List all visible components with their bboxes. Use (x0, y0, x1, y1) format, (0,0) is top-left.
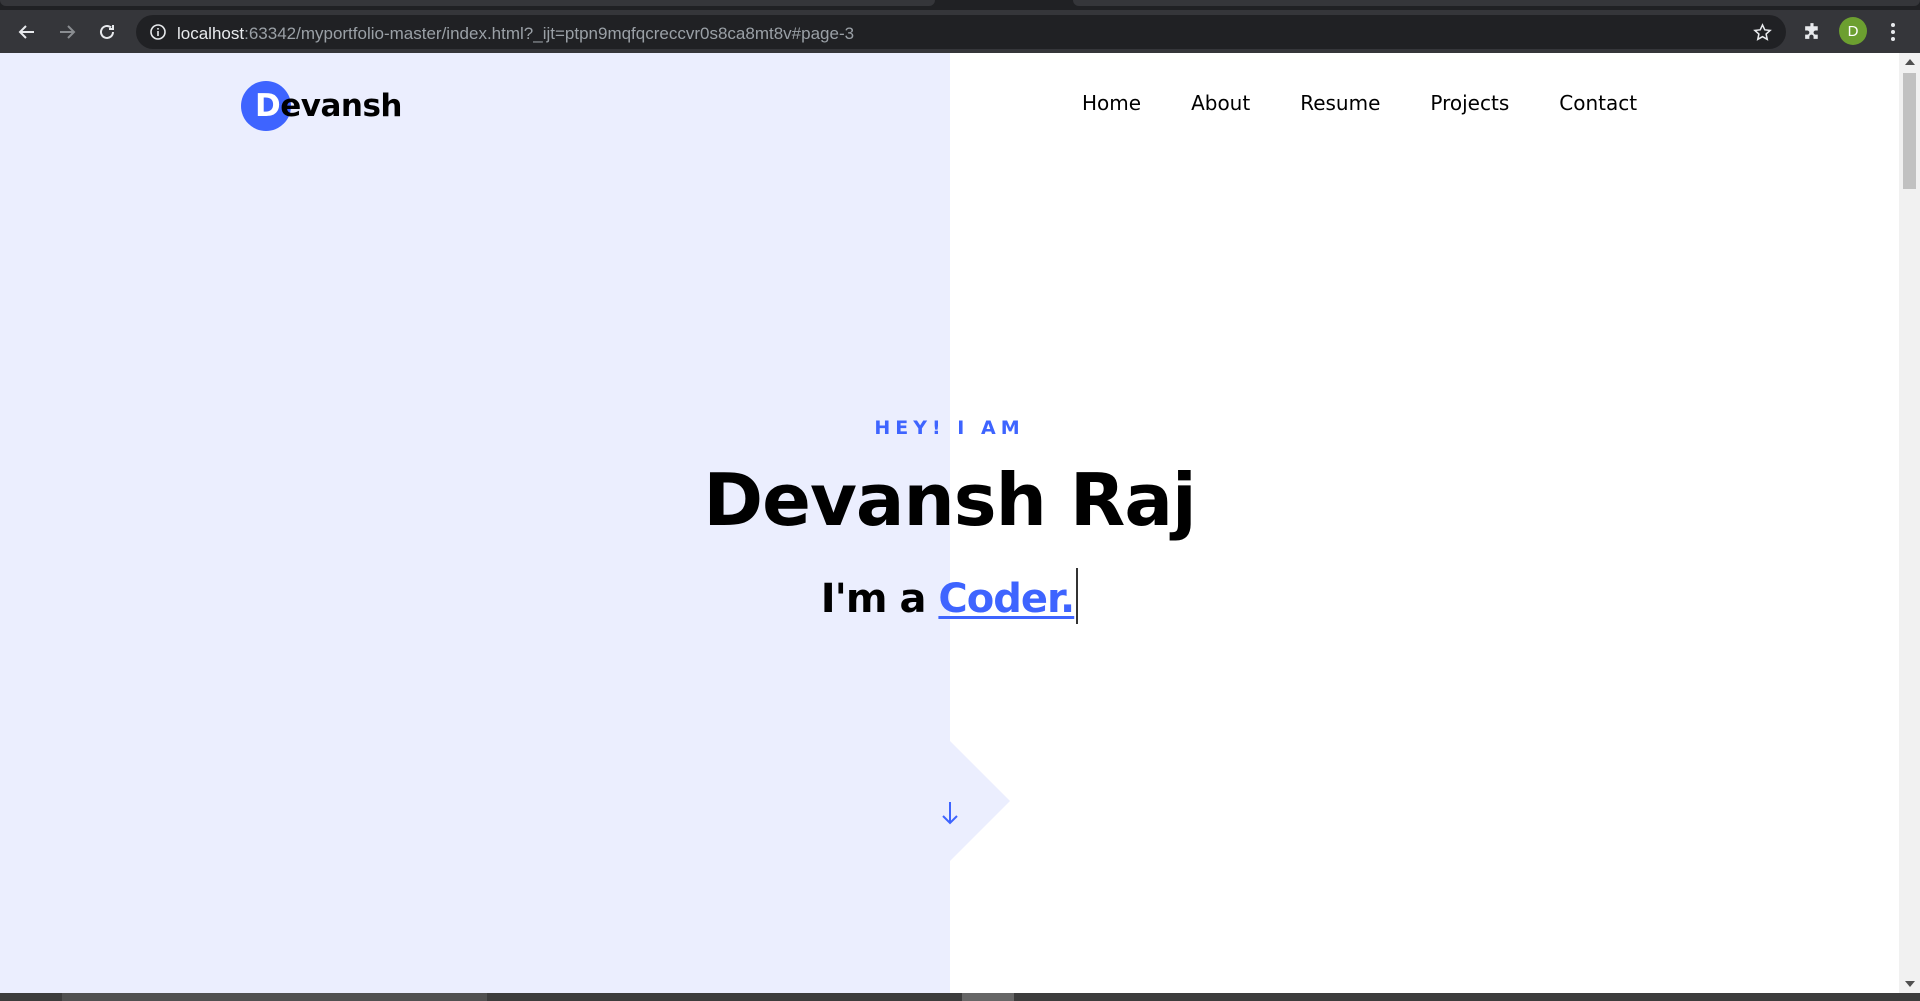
taskbar-segment (62, 993, 487, 1001)
address-bar[interactable]: localhost:63342/myportfolio-master/index… (136, 15, 1786, 49)
url-path: :63342/myportfolio-master/index.html?_ij… (244, 24, 855, 43)
nav-resume[interactable]: Resume (1275, 91, 1405, 115)
reload-button[interactable] (93, 18, 121, 46)
forward-button[interactable] (53, 18, 81, 46)
scroll-down-arrow[interactable] (1905, 981, 1915, 987)
vertical-scrollbar[interactable] (1899, 53, 1920, 993)
profile-avatar[interactable]: D (1839, 17, 1867, 45)
info-icon (150, 24, 166, 40)
url-host: localhost (177, 24, 245, 43)
arrow-left-icon (18, 25, 34, 39)
logo-text: Devansh (241, 88, 402, 124)
hero-kicker: HEY! I AM (874, 417, 1025, 439)
scrollbar-thumb[interactable] (1903, 73, 1916, 189)
extensions-icon[interactable] (1802, 21, 1823, 42)
hero-role: I'm a Coder. (0, 568, 1899, 624)
role-prefix: I'm a (820, 576, 939, 622)
taskbar-strip (0, 993, 1920, 1001)
browser-tab[interactable] (1073, 0, 1920, 6)
role-typed-text: Coder. (938, 576, 1075, 622)
nav-contact[interactable]: Contact (1534, 91, 1662, 115)
hero-name: Devansh Raj (703, 458, 1196, 542)
arrow-right-icon (60, 25, 76, 39)
nav-projects[interactable]: Projects (1405, 91, 1534, 115)
browser-tab[interactable] (0, 0, 935, 6)
url-text[interactable]: localhost:63342/myportfolio-master/index… (177, 24, 854, 44)
taskbar-segment (962, 993, 1014, 1001)
browser-toolbar: localhost:63342/myportfolio-master/index… (0, 10, 1920, 53)
reload-icon (100, 24, 114, 39)
nav-about[interactable]: About (1166, 91, 1275, 115)
scroll-up-arrow[interactable] (1905, 59, 1915, 65)
logo-first-letter: D (255, 88, 281, 124)
back-button[interactable] (13, 18, 41, 46)
star-icon[interactable] (1753, 23, 1772, 42)
typing-caret (1076, 568, 1079, 624)
main-nav: Home About Resume Projects Contact (1057, 91, 1662, 115)
logo-rest: evansh (280, 88, 402, 124)
arrow-down-icon (942, 802, 958, 825)
scroll-down-link[interactable] (936, 798, 964, 828)
page-viewport: Devansh Home About Resume Projects Conta… (0, 53, 1899, 993)
profile-initial: D (1847, 22, 1859, 40)
more-menu-icon[interactable] (1887, 22, 1899, 42)
site-logo[interactable]: Devansh (241, 81, 402, 131)
nav-home[interactable]: Home (1057, 91, 1166, 115)
